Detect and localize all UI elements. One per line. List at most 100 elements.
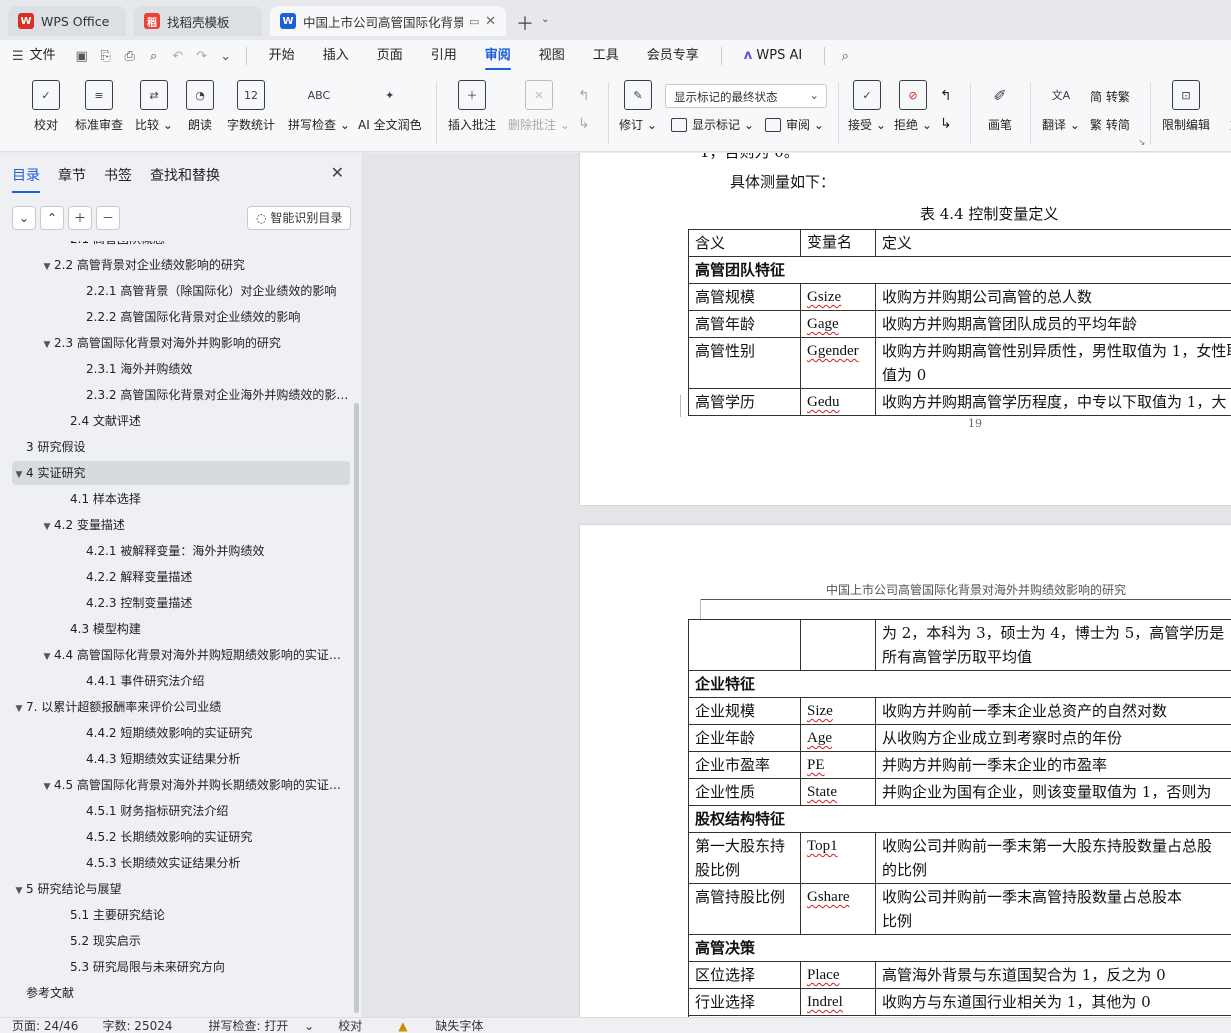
toc-item[interactable]: 参考文献 xyxy=(12,981,350,1005)
more-chevron-icon[interactable]: ⌄ xyxy=(214,49,238,64)
menu-home[interactable]: 开始 xyxy=(255,40,309,72)
toc-item[interactable]: ▼ 7. 以累计超额报酬率来评价公司业绩 xyxy=(12,695,350,719)
show-markup-dropdown[interactable]: 显示标记 ⌄ xyxy=(671,116,754,133)
save-icon[interactable]: ▣ xyxy=(70,49,94,64)
proof-status[interactable]: 校对 xyxy=(326,1017,374,1033)
tab-find-replace[interactable]: 查找和替换 xyxy=(150,165,220,193)
collapse-triangle-icon[interactable]: ▼ xyxy=(40,775,54,797)
spell-check-button[interactable]: ABC 拼写检查 ⌄ xyxy=(288,80,350,133)
word-count-indicator[interactable]: 字数: 25024 xyxy=(90,1017,184,1033)
menu-file[interactable]: 文件 xyxy=(24,40,70,72)
next-change-icon[interactable]: ↳ xyxy=(940,116,952,132)
tab-toc[interactable]: 目录 xyxy=(12,165,40,193)
hamburger-icon[interactable]: ☰ xyxy=(12,49,24,64)
undo-icon[interactable]: ↶ xyxy=(166,49,190,64)
document-canvas[interactable]: 1，否则为 0。 具体测量如下： 表 4.4 控制变量定义 含义 变量名 定义高管团… xyxy=(363,153,1231,1017)
new-tab-icon[interactable]: ＋ xyxy=(516,10,534,36)
expand-up-icon[interactable]: ⌃ xyxy=(40,206,64,230)
tab-template[interactable]: 稻 找稻壳模板 xyxy=(134,6,262,36)
review-pane-dropdown[interactable]: 审阅 ⌄ xyxy=(765,116,824,133)
menu-references[interactable]: 引用 xyxy=(417,40,471,72)
toc-item[interactable]: ▼ 5 研究结论与展望 xyxy=(12,877,350,901)
missing-font-indicator[interactable]: ▲ 缺失字体 xyxy=(374,1017,507,1033)
prev-comment-icon[interactable]: ↰ xyxy=(578,88,590,104)
insert-comment-button[interactable]: ＋ 插入批注 xyxy=(448,80,496,133)
toc-item[interactable]: 4.4.2 短期绩效影响的实证研究 xyxy=(12,721,350,745)
menu-membership[interactable]: 会员专享 xyxy=(633,40,713,72)
toc-item[interactable]: 4.5.2 长期绩效影响的实证研究 xyxy=(12,825,350,849)
revise-button[interactable]: ✎ 修订 ⌄ xyxy=(619,80,657,133)
word-count-button[interactable]: 12 字数统计 xyxy=(227,80,275,133)
ai-polish-button[interactable]: ✦ AI 全文润色 xyxy=(358,80,422,133)
collapse-triangle-icon[interactable]: ▼ xyxy=(40,645,54,667)
toc-item[interactable]: 4.5.1 财务指标研究法介绍 xyxy=(12,799,350,823)
menu-wps-ai[interactable]: ʌ WPS AI xyxy=(730,40,816,72)
to-traditional-button[interactable]: 简 转繁 xyxy=(1090,88,1130,105)
toc-item[interactable]: 5.3 研究局限与未来研究方向 xyxy=(12,955,350,979)
toc-item[interactable]: 4.4.1 事件研究法介绍 xyxy=(12,669,350,693)
toc-item[interactable]: ▼ 2.3 高管国际化背景对海外并购影响的研究 xyxy=(12,331,350,355)
toc-item[interactable]: ▼ 4 实证研究 xyxy=(12,461,350,485)
print-icon[interactable]: ⎙ xyxy=(118,49,142,64)
display-mode-select[interactable]: 显示标记的最终状态 ⌄ xyxy=(665,84,827,108)
toc-item[interactable]: 4.2.3 控制变量描述 xyxy=(12,591,350,615)
tab-list-chevron-icon[interactable]: ⌄ xyxy=(541,14,549,25)
menu-page[interactable]: 页面 xyxy=(363,40,417,72)
redo-icon[interactable]: ↷ xyxy=(190,49,214,64)
to-simplified-button[interactable]: 繁 转简 xyxy=(1090,116,1130,133)
expand-corner-icon[interactable]: ↘ xyxy=(1138,138,1146,148)
toc-item[interactable]: 5.1 主要研究结论 xyxy=(12,903,350,927)
collapse-triangle-icon[interactable]: ▼ xyxy=(12,697,26,719)
toc-item[interactable]: ▼ 4.5 高管国际化背景对海外并购长期绩效影响的实证研究 xyxy=(12,773,350,797)
next-comment-icon[interactable]: ↳ xyxy=(578,116,590,132)
overflow-ribbon-item[interactable]: 文 xyxy=(1222,80,1231,133)
toc-item[interactable]: 2.4 文献评述 xyxy=(12,409,350,433)
menu-review[interactable]: 审阅 xyxy=(471,40,525,72)
monitor-icon[interactable]: ▭ xyxy=(469,15,479,28)
toc-item[interactable]: ▼ 4.4 高管国际化背景对海外并购短期绩效影响的实证研究 xyxy=(12,643,350,667)
toc-scrollbar[interactable] xyxy=(354,403,359,1013)
delete-comment-button[interactable]: ✕ 删除批注 ⌄ xyxy=(508,80,570,133)
pen-button[interactable]: ✐ 画笔 xyxy=(986,80,1014,133)
tab-bookmarks[interactable]: 书签 xyxy=(104,165,132,193)
toc-item[interactable]: ▼ 4.2 变量描述 xyxy=(12,513,350,537)
toc-item[interactable]: 2.3.2 高管国际化背景对企业海外并购绩效的影响的研究 xyxy=(12,383,350,407)
add-heading-icon[interactable]: ＋ xyxy=(68,206,92,230)
export-icon[interactable]: ⎘ xyxy=(94,49,118,64)
tab-wps-office[interactable]: W WPS Office xyxy=(8,6,126,36)
proof-button[interactable]: ✓ 校对 xyxy=(32,80,60,133)
toc-item[interactable]: 2.2.2 高管国际化背景对企业绩效的影响 xyxy=(12,305,350,329)
menu-view[interactable]: 视图 xyxy=(525,40,579,72)
restrict-edit-button[interactable]: ⊡ 限制编辑 xyxy=(1162,80,1210,133)
translate-button[interactable]: 文A 翻译 ⌄ xyxy=(1042,80,1080,133)
page-indicator[interactable]: 页面: 24/46 xyxy=(0,1017,90,1033)
remove-heading-icon[interactable]: － xyxy=(96,206,120,230)
menu-tools[interactable]: 工具 xyxy=(579,40,633,72)
toc-item[interactable]: 4.2.1 被解释变量：海外并购绩效 xyxy=(12,539,350,563)
collapse-triangle-icon[interactable]: ▼ xyxy=(40,333,54,355)
prev-change-icon[interactable]: ↰ xyxy=(940,88,952,104)
toc-item[interactable]: 4.4.3 短期绩效实证结果分析 xyxy=(12,747,350,771)
read-aloud-button[interactable]: ◔ 朗读 xyxy=(186,80,214,133)
compare-button[interactable]: ⇄ 比较 ⌄ xyxy=(135,80,173,133)
collapse-all-icon[interactable]: ⌄ xyxy=(12,206,36,230)
toc-item[interactable]: 4.2.2 解释变量描述 xyxy=(12,565,350,589)
toc-item[interactable]: 2.2.1 高管背景（除国际化）对企业绩效的影响 xyxy=(12,279,350,303)
menu-insert[interactable]: 插入 xyxy=(309,40,363,72)
accept-button[interactable]: ✓ 接受 ⌄ xyxy=(848,80,886,133)
toc-item[interactable]: 2.1 高管团队概念 xyxy=(12,241,350,251)
spell-check-status[interactable]: 拼写检查: 打开 ⌄ xyxy=(185,1017,327,1033)
toc-item[interactable]: 4.5.3 长期绩效实证结果分析 xyxy=(12,851,350,875)
print-preview-icon[interactable]: ⌕ xyxy=(142,49,166,64)
toc-item[interactable]: 3 研究假设 xyxy=(12,435,350,459)
collapse-triangle-icon[interactable]: ▼ xyxy=(40,515,54,537)
toc-item[interactable]: 4.1 样本选择 xyxy=(12,487,350,511)
toc-item[interactable]: ▼ 2.2 高管背景对企业绩效影响的研究 xyxy=(12,253,350,277)
toc-item[interactable]: 4.3 模型构建 xyxy=(12,617,350,641)
close-pane-icon[interactable]: ✕ xyxy=(331,163,344,182)
tab-chapters[interactable]: 章节 xyxy=(58,165,86,193)
search-icon[interactable]: ⌕ xyxy=(833,49,857,64)
close-tab-icon[interactable]: ✕ xyxy=(485,14,496,29)
toc-item[interactable]: 2.3.1 海外并购绩效 xyxy=(12,357,350,381)
tab-document[interactable]: W 中国上市公司高管国际化背景 ▭ ✕ xyxy=(270,6,506,36)
